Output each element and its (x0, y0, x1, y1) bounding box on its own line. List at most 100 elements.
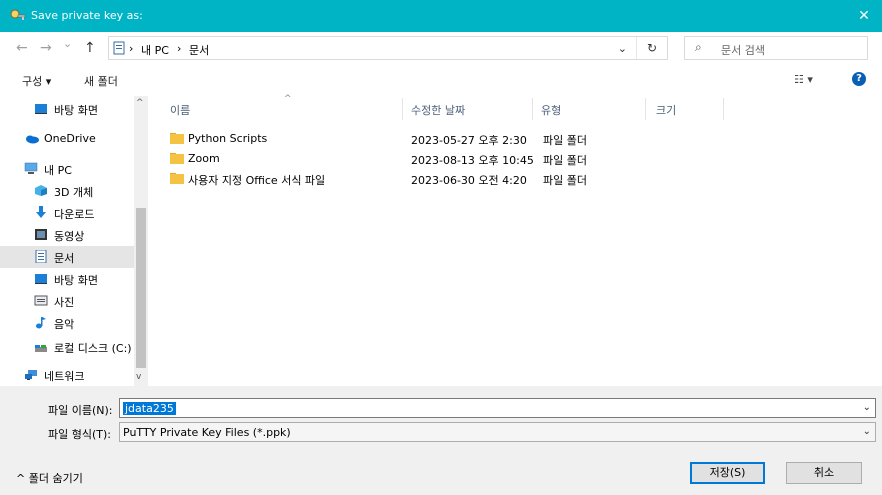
scrollbar-thumb[interactable] (136, 208, 146, 368)
sidebar-item-onedrive[interactable]: OneDrive (0, 128, 134, 150)
sidebar-item-3d-objects[interactable]: 3D 개체 (0, 180, 134, 202)
filetype-label: 파일 형식(T): (48, 428, 111, 441)
save-button[interactable]: 저장(S) (690, 462, 765, 484)
network-icon (25, 370, 37, 380)
column-header-modified[interactable]: 수정한 날짜 (411, 102, 465, 118)
breadcrumb-documents[interactable]: 문서 (189, 42, 209, 58)
refresh-icon[interactable]: ↻ (636, 37, 667, 59)
download-icon (36, 206, 46, 218)
file-type: 파일 폴더 (543, 154, 587, 167)
new-folder-button[interactable]: 새 폴더 (84, 73, 118, 89)
search-placeholder: 문서 검색 (721, 44, 765, 57)
sidebar-item-this-pc[interactable]: 내 PC (0, 158, 134, 180)
putty-key-icon (10, 9, 26, 20)
view-options-icon[interactable]: ☷ ▾ (794, 73, 813, 86)
folder-icon (170, 133, 184, 144)
organize-button[interactable]: 구성 ▾ (22, 73, 51, 89)
sidebar-item-label: 사진 (54, 296, 75, 309)
file-type: 파일 폴더 (543, 174, 587, 187)
column-divider[interactable] (532, 98, 533, 120)
cancel-button[interactable]: 취소 (786, 462, 862, 484)
chevron-down-icon[interactable]: ⌄ (863, 402, 871, 413)
title-bar: Save private key as: ✕ (0, 0, 882, 32)
file-row[interactable]: Python Scripts 2023-05-27 오후 2:30 파일 폴더 (168, 128, 628, 148)
cube-icon (35, 185, 47, 196)
sidebar-item-label: 문서 (54, 252, 75, 265)
column-divider[interactable] (723, 98, 724, 120)
column-header-size[interactable]: 크기 (656, 102, 676, 118)
sidebar-item-label: 바탕 화면 (54, 274, 98, 287)
breadcrumb-this-pc[interactable]: 내 PC (141, 42, 169, 58)
file-modified: 2023-06-30 오전 4:20 (411, 174, 527, 187)
sidebar-item-desktop[interactable]: 바탕 화면 (0, 98, 134, 120)
sidebar-item-pictures[interactable]: 사진 (0, 290, 134, 312)
document-icon (113, 41, 125, 55)
sidebar-item-label: 내 PC (44, 164, 72, 177)
sidebar-item-label: 바탕 화면 (54, 104, 98, 117)
file-type: 파일 폴더 (543, 134, 587, 147)
command-toolbar: 구성 ▾ 새 폴더 ☷ ▾ ? (0, 64, 882, 94)
filetype-value: PuTTY Private Key Files (*.ppk) (123, 426, 291, 439)
file-modified: 2023-08-13 오후 10:45 (411, 154, 534, 167)
sidebar-item-local-disk[interactable]: 로컬 디스크 (C:) (0, 336, 134, 358)
breadcrumb-separator: › (129, 42, 134, 55)
navigation-bar: ← → ⌄ ↑ › 내 PC › 문서 ⌄ ↻ ⌕ 문서 검색 (0, 32, 882, 64)
column-divider[interactable] (402, 98, 403, 120)
sidebar-item-network[interactable]: 네트워크 (0, 364, 134, 386)
file-row[interactable]: Zoom 2023-08-13 오후 10:45 파일 폴더 (168, 148, 628, 168)
document-icon (35, 250, 47, 263)
search-icon: ⌕ (695, 40, 702, 54)
sidebar-item-label: 3D 개체 (54, 186, 94, 199)
file-row[interactable]: 사용자 지정 Office 서식 파일 2023-06-30 오전 4:20 파… (168, 168, 628, 188)
disk-icon (35, 345, 47, 352)
recent-locations-icon[interactable]: ⌄ (63, 37, 72, 50)
sidebar-item-desktop-2[interactable]: 바탕 화면 (0, 268, 134, 290)
forward-icon[interactable]: → (40, 40, 52, 56)
sidebar-scrollbar[interactable]: ^ v (134, 96, 148, 386)
desktop-icon (35, 274, 47, 284)
sidebar-item-videos[interactable]: 동영상 (0, 224, 134, 246)
filename-field[interactable]: jdata235 ⌄ (119, 398, 876, 418)
chevron-down-icon[interactable]: ⌄ (863, 426, 871, 437)
sidebar-item-downloads[interactable]: 다운로드 (0, 202, 134, 224)
folder-icon (170, 173, 184, 184)
file-modified: 2023-05-27 오후 2:30 (411, 134, 527, 147)
file-name: 사용자 지정 Office 서식 파일 (188, 174, 326, 187)
file-name: Zoom (188, 152, 220, 165)
file-list: ^ 이름 수정한 날짜 유형 크기 Python Scripts 2023-05… (148, 94, 882, 386)
close-icon[interactable]: ✕ (846, 0, 882, 32)
sidebar-item-label: OneDrive (44, 132, 96, 145)
back-icon[interactable]: ← (16, 40, 28, 56)
save-dialog: Save private key as: ✕ ← → ⌄ ↑ › 내 PC › … (0, 0, 882, 495)
video-icon (35, 229, 47, 240)
sidebar-item-label: 로컬 디스크 (C:) (54, 342, 132, 355)
music-icon (36, 317, 46, 329)
address-bar[interactable]: › 내 PC › 문서 ⌄ ↻ (108, 36, 668, 60)
folder-icon (170, 153, 184, 164)
sidebar-item-label: 동영상 (54, 230, 85, 243)
filetype-select[interactable]: PuTTY Private Key Files (*.ppk) ⌄ (119, 422, 876, 442)
sidebar-item-label: 네트워크 (44, 370, 85, 383)
column-header-name[interactable]: 이름 (170, 102, 190, 118)
breadcrumb-separator: › (177, 42, 182, 55)
scroll-down-icon[interactable]: v (136, 372, 141, 382)
search-input[interactable]: ⌕ 문서 검색 (684, 36, 868, 60)
filename-label: 파일 이름(N): (48, 404, 113, 417)
sort-ascending-icon: ^ (284, 94, 292, 104)
chevron-down-icon[interactable]: ⌄ (618, 42, 627, 55)
filename-value: jdata235 (123, 402, 176, 415)
picture-icon (34, 295, 48, 306)
column-divider[interactable] (645, 98, 646, 120)
hide-folders-button[interactable]: ^ 폴더 숨기기 (16, 470, 83, 486)
window-title: Save private key as: (31, 9, 143, 22)
navigation-pane: 바탕 화면 OneDrive 내 PC 3D 개체 다운로드 동영상 문서 바탕… (0, 96, 148, 386)
help-icon[interactable]: ? (852, 72, 866, 86)
sidebar-item-label: 다운로드 (54, 208, 95, 221)
scroll-up-icon[interactable]: ^ (136, 98, 144, 108)
cloud-icon (26, 135, 39, 144)
file-name: Python Scripts (188, 132, 268, 145)
sidebar-item-documents[interactable]: 문서 (0, 246, 134, 268)
column-header-type[interactable]: 유형 (541, 102, 561, 118)
up-icon[interactable]: ↑ (84, 40, 96, 56)
sidebar-item-music[interactable]: 음악 (0, 312, 134, 334)
